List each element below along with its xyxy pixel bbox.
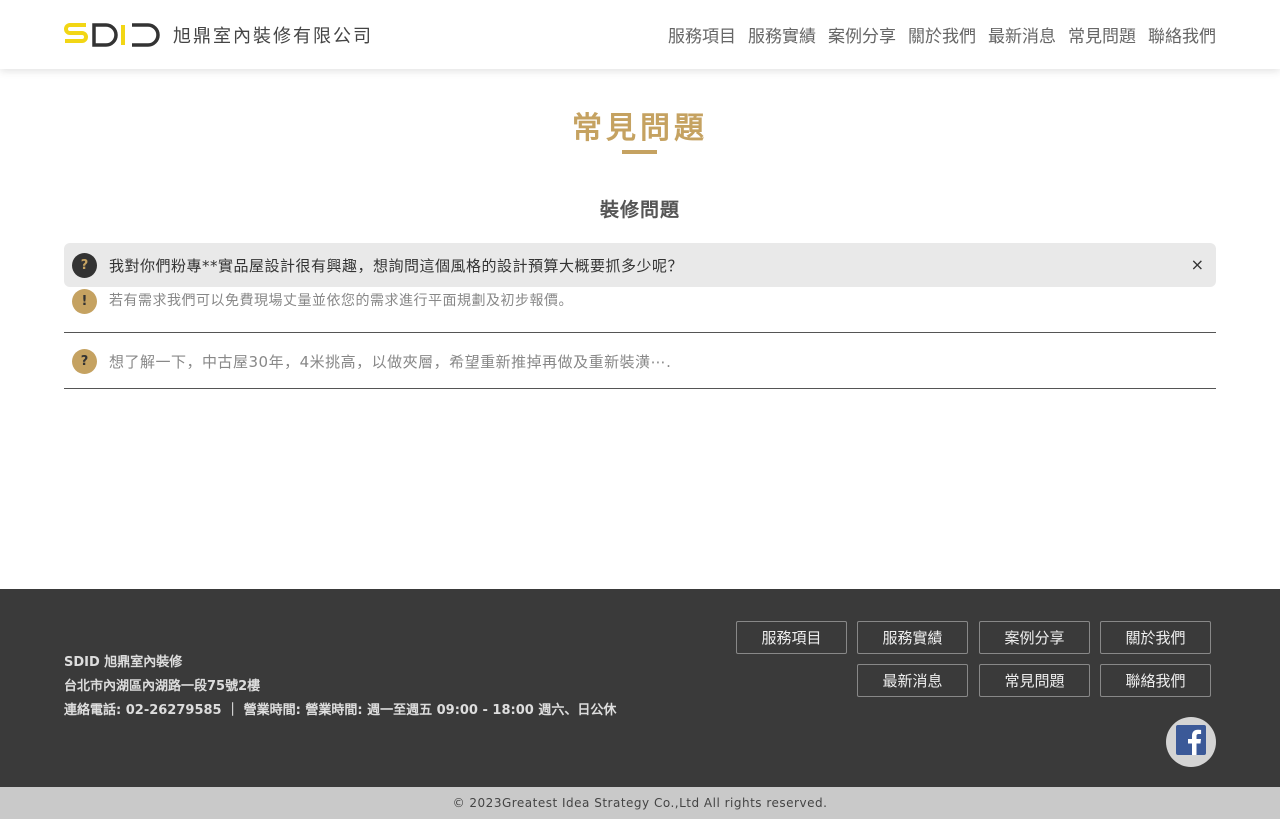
faq-question-text: 我對你們粉專**實品屋設計很有興趣，想詢問這個風格的設計預算大概要抓多少呢？ xyxy=(109,256,684,275)
footer-nav-about[interactable]: 關於我們 xyxy=(1100,621,1211,654)
footer-nav-news[interactable]: 最新消息 xyxy=(857,664,968,697)
site-footer: SDID 旭鼎室內裝修 台北市內湖區內湖路一段75號2樓 連絡電話: 02-26… xyxy=(0,589,1280,787)
footer-nav-faq[interactable]: 常見問題 xyxy=(979,664,1090,697)
section-title: 裝修問題 xyxy=(599,199,680,221)
nav-services[interactable]: 服務項目 xyxy=(668,22,736,47)
nav-portfolio[interactable]: 服務實績 xyxy=(748,22,816,47)
nav-faq[interactable]: 常見問題 xyxy=(1068,22,1136,47)
site-header: 旭鼎室內裝修有限公司 服務項目 服務實績 案例分享 關於我們 最新消息 常見問題… xyxy=(0,0,1280,69)
footer-phone-hours: 連絡電話: 02-26279585 ｜ 營業時間: 營業時間: 週一至週五 09… xyxy=(64,703,617,718)
faq-question-toggle[interactable]: ? 我對你們粉專**實品屋設計很有興趣，想詢問這個風格的設計預算大概要抓多少呢？… xyxy=(64,243,1216,287)
faq-answer: ! 若有需求我們可以免費現場丈量並依您的需求進行平面規劃及初步報價。 xyxy=(64,287,1216,333)
copyright-bar: © 2023Greatest Idea Strategy Co.,Ltd All… xyxy=(0,787,1280,819)
faq-answer-text: 若有需求我們可以免費現場丈量並依您的需求進行平面規劃及初步報價。 xyxy=(109,293,573,309)
logo-link[interactable]: 旭鼎室內裝修有限公司 xyxy=(64,20,373,50)
answer-icon: ! xyxy=(72,289,97,314)
page-title: 常見問題 xyxy=(572,111,708,146)
main-nav: 服務項目 服務實績 案例分享 關於我們 最新消息 常見問題 聯絡我們 xyxy=(668,22,1216,47)
title-underline xyxy=(622,150,657,154)
nav-contact[interactable]: 聯絡我們 xyxy=(1148,22,1216,47)
footer-address: 台北市內湖區內湖路一段75號2樓 xyxy=(64,679,261,694)
footer-nav-services[interactable]: 服務項目 xyxy=(736,621,847,654)
footer-contact-info: SDID 旭鼎室內裝修 台北市內湖區內湖路一段75號2樓 連絡電話: 02-26… xyxy=(64,651,616,723)
sdid-logo-icon xyxy=(64,23,161,47)
nav-about[interactable]: 關於我們 xyxy=(908,22,976,47)
nav-news[interactable]: 最新消息 xyxy=(988,22,1056,47)
faq-item: ? 我對你們粉專**實品屋設計很有興趣，想詢問這個風格的設計預算大概要抓多少呢？… xyxy=(64,243,1216,333)
footer-company-name: SDID 旭鼎室內裝修 xyxy=(64,655,183,670)
faq-question-toggle[interactable]: ? 想了解一下，中古屋30年，4米挑高，以做夾層，希望重新推掉再做及重新裝潢⋯. xyxy=(64,334,1216,389)
faq-question-text: 想了解一下，中古屋30年，4米挑高，以做夾層，希望重新推掉再做及重新裝潢⋯. xyxy=(109,352,672,371)
faq-item: ? 想了解一下，中古屋30年，4米挑高，以做夾層，希望重新推掉再做及重新裝潢⋯. xyxy=(64,334,1216,389)
close-icon[interactable]: × xyxy=(1191,255,1204,274)
company-name: 旭鼎室內裝修有限公司 xyxy=(173,26,373,47)
footer-nav-contact[interactable]: 聯絡我們 xyxy=(1100,664,1211,697)
facebook-icon xyxy=(1176,725,1206,759)
facebook-link[interactable] xyxy=(1166,717,1216,767)
question-icon: ? xyxy=(72,348,97,374)
footer-nav-cases[interactable]: 案例分享 xyxy=(979,621,1090,654)
question-icon: ? xyxy=(72,252,97,278)
footer-nav-portfolio[interactable]: 服務實績 xyxy=(857,621,968,654)
nav-cases[interactable]: 案例分享 xyxy=(828,22,896,47)
